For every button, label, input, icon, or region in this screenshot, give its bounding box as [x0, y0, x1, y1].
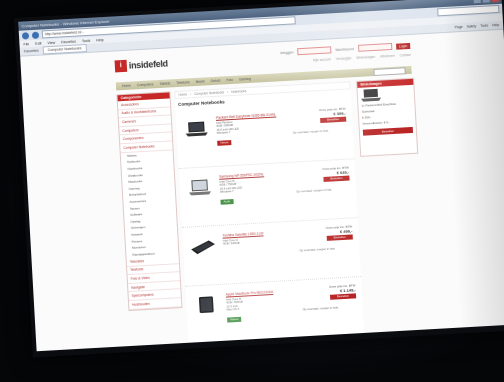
breadcrumb-item[interactable]: Notebooks — [231, 89, 246, 94]
product-specs: Intel Pentium 4GB / 500GB 15.6 inch HD L… — [216, 119, 277, 136]
browser-window: Computer Notebooks - Windows Internet Ex… — [18, 0, 504, 352]
laptop-icon[interactable] — [184, 120, 209, 137]
photo-scene: Computer Notebooks - Windows Internet Ex… — [0, 0, 504, 382]
product-specs: Intel Core i5 4GB / 500GB 13.3 inch Mac … — [226, 295, 287, 312]
order-button[interactable]: Bestellen — [320, 116, 347, 124]
menu-file[interactable]: File — [23, 42, 29, 46]
favorites-button[interactable]: Favorites — [24, 49, 39, 54]
order-button[interactable]: Bestellen — [323, 175, 350, 182]
cart-header: Winkelwagen — [357, 78, 414, 88]
forward-icon[interactable] — [31, 31, 40, 39]
breadcrumb-item[interactable]: Home — [178, 92, 187, 96]
stock-status: Op voorraad, morgen in huis — [302, 305, 339, 312]
menu-edit[interactable]: Edit — [35, 41, 41, 45]
product-row: Toshiba Satellite L850-1LW Intel Core i3… — [181, 218, 362, 287]
password-label: Wachtwoord — [335, 46, 355, 52]
category-sidebar: Categorieën Accessoires Audio & Hoofdtel… — [116, 91, 183, 311]
username-input[interactable] — [297, 46, 332, 56]
sidebar-item[interactable]: Huishouden — [128, 298, 182, 310]
cmd-page[interactable]: Page — [455, 25, 463, 29]
shopping-cart-box: Winkelwagen 1x Packard Bell EasyNote Sub… — [356, 77, 419, 157]
cmd-help[interactable]: Help — [492, 23, 499, 27]
account-links: Mijn account Verlanglijst Winkelwagen Af… — [313, 53, 411, 62]
tablet-icon[interactable] — [194, 293, 219, 316]
cart-product-thumbnail — [361, 88, 382, 102]
maximize-button[interactable] — [482, 0, 490, 3]
stock-status: Op voorraad, morgen in huis — [296, 187, 332, 194]
nav-item[interactable]: Home — [122, 84, 131, 88]
link-wishlist[interactable]: Verlanglijst — [336, 56, 352, 61]
logo-icon: i — [114, 59, 128, 73]
screen-vignette — [441, 0, 504, 328]
back-icon[interactable] — [21, 31, 30, 40]
link-account[interactable]: Mijn account — [313, 57, 331, 62]
nav-item[interactable]: Computers — [137, 82, 154, 87]
nav-item[interactable]: Tablets — [159, 81, 170, 86]
order-button[interactable]: Bestellen — [329, 293, 357, 300]
product-price: € 399,- — [333, 110, 346, 117]
cmd-safety[interactable]: Safety — [467, 24, 477, 29]
close-button[interactable] — [491, 0, 499, 3]
product-badge: Actie — [220, 199, 234, 205]
order-button[interactable]: Bestellen — [326, 234, 353, 241]
site-search-input[interactable] — [373, 66, 406, 76]
nav-item[interactable]: Telefonie — [176, 80, 190, 85]
product-specs: Intel Core i3 4GB / 640GB — [223, 236, 283, 246]
menu-favorites[interactable]: Favorites — [61, 39, 76, 44]
menu-tools[interactable]: Tools — [82, 38, 91, 42]
web-page: i insidefeld Inloggen Wachtwoord Login M… — [110, 36, 427, 351]
checkout-button[interactable]: Bestellen — [362, 126, 414, 136]
product-price: € 499,- — [339, 228, 353, 235]
window-controls — [473, 0, 499, 4]
link-contact[interactable]: Contact — [400, 53, 411, 58]
browser-tab[interactable]: Computer Notebooks — [42, 44, 87, 55]
nav-item[interactable]: Beeld — [196, 79, 205, 83]
logo-text: insidefeld — [128, 58, 169, 71]
laptop-icon[interactable] — [187, 179, 212, 196]
product-row: Packard Bell EasyNote NJ65-BB-014NL Inte… — [175, 100, 355, 170]
stock-status: Op voorraad, morgen in huis — [299, 246, 335, 253]
product-price: € 1.149,- — [339, 287, 356, 294]
command-bar: Page Safety Tools Help — [455, 23, 500, 29]
product-row: Apple MacBook Pro MD101N/A Intel Core i5… — [185, 277, 365, 346]
menu-help[interactable]: Help — [96, 38, 104, 42]
product-specs: Intel Core i5 6GB / 750GB 15.6 inch HD L… — [219, 177, 280, 194]
product-badge: Nieuw — [227, 316, 242, 323]
password-input[interactable] — [357, 42, 393, 52]
link-checkout[interactable]: Afrekenen — [380, 54, 395, 59]
cmd-tools[interactable]: Tools — [480, 24, 488, 28]
product-price: € 649,- — [336, 169, 350, 176]
breadcrumb-item[interactable]: Computer Notebooks — [194, 90, 224, 96]
nav-item[interactable]: Gaming — [239, 77, 251, 82]
stock-status: Op voorraad, morgen in huis — [292, 128, 329, 135]
nav-item[interactable]: Foto — [226, 78, 233, 82]
nav-item[interactable]: Geluid — [210, 79, 220, 84]
login-label: Inloggen — [280, 49, 294, 55]
login-button[interactable]: Login — [395, 42, 411, 50]
monitor: Computer Notebooks - Windows Internet Ex… — [14, 0, 504, 358]
link-cart[interactable]: Winkelwagen — [356, 55, 375, 60]
site-logo[interactable]: i insidefeld — [114, 57, 169, 73]
tablet-icon[interactable] — [191, 238, 216, 255]
menu-view[interactable]: View — [47, 40, 55, 44]
product-row: Samsung NP-550P5C-S02NL Intel Core i5 6G… — [178, 159, 358, 228]
product-list-panel: Home › Computer Notebooks › Notebooks Co… — [174, 81, 365, 346]
minimize-button[interactable] — [473, 0, 481, 4]
product-badge: Nieuw — [217, 140, 232, 146]
